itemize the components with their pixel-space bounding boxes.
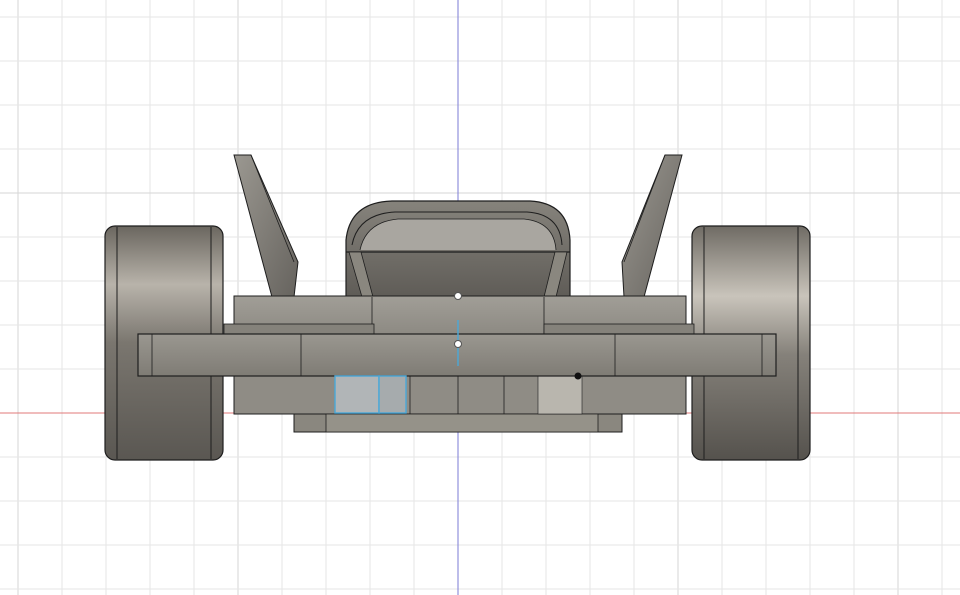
fin-right[interactable] [621,154,683,298]
model-scene[interactable] [0,0,960,595]
fin-left[interactable] [233,154,299,298]
canopy[interactable] [345,200,571,298]
sketch-point-right[interactable] [574,372,582,380]
sketch-point-top[interactable] [454,292,462,300]
chassis-upper[interactable] [223,295,695,335]
chassis-lower[interactable] [233,375,687,433]
canvas-viewport[interactable] [0,0,960,595]
selected-faces[interactable] [334,375,407,414]
sketch-point-center[interactable] [454,340,462,348]
